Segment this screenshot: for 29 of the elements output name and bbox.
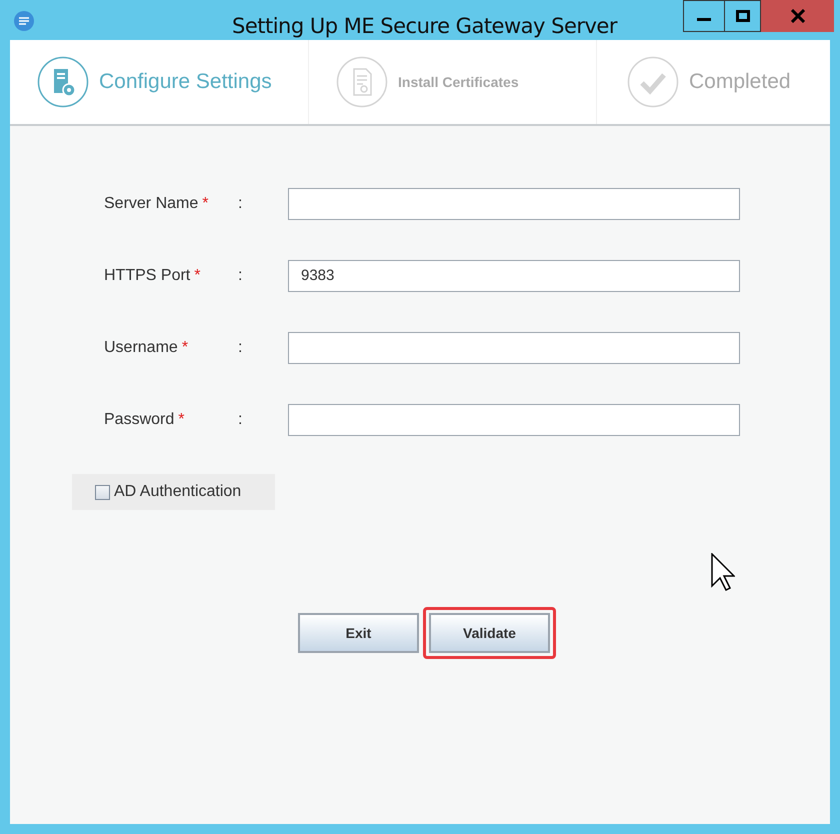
field-label: Username — [104, 338, 178, 358]
colon-separator: : — [238, 266, 244, 286]
app-icon — [14, 11, 34, 31]
dialog-button[interactable]: Exit — [298, 613, 419, 653]
colon-separator: : — [238, 410, 244, 430]
required-mark: * — [182, 338, 188, 358]
window-title: Setting Up ME Secure Gateway Server — [232, 13, 617, 40]
close-button[interactable] — [761, 0, 834, 32]
input-field[interactable]: 9383 — [288, 260, 740, 292]
colon-separator: : — [238, 338, 244, 358]
field-label: Server Name — [104, 194, 198, 214]
close-icon — [790, 9, 804, 23]
checkmark-icon — [627, 56, 679, 108]
colon-separator: : — [238, 194, 244, 214]
minimize-button[interactable] — [683, 0, 725, 32]
server-gear-icon — [37, 56, 89, 108]
input-field[interactable] — [288, 332, 740, 364]
required-mark: * — [202, 194, 208, 214]
checkbox-label: AD Authentication — [114, 482, 242, 502]
required-mark: * — [178, 410, 184, 430]
field-label: HTTPS Port — [104, 266, 190, 286]
mouse-cursor-icon — [711, 553, 735, 591]
checkbox[interactable] — [95, 484, 110, 500]
required-mark: * — [194, 266, 200, 286]
dialog-button[interactable]: Validate — [429, 613, 550, 653]
certificate-icon — [336, 56, 388, 108]
input-field[interactable] — [288, 188, 740, 220]
input-field[interactable] — [288, 404, 740, 436]
field-label: Password — [104, 410, 174, 430]
